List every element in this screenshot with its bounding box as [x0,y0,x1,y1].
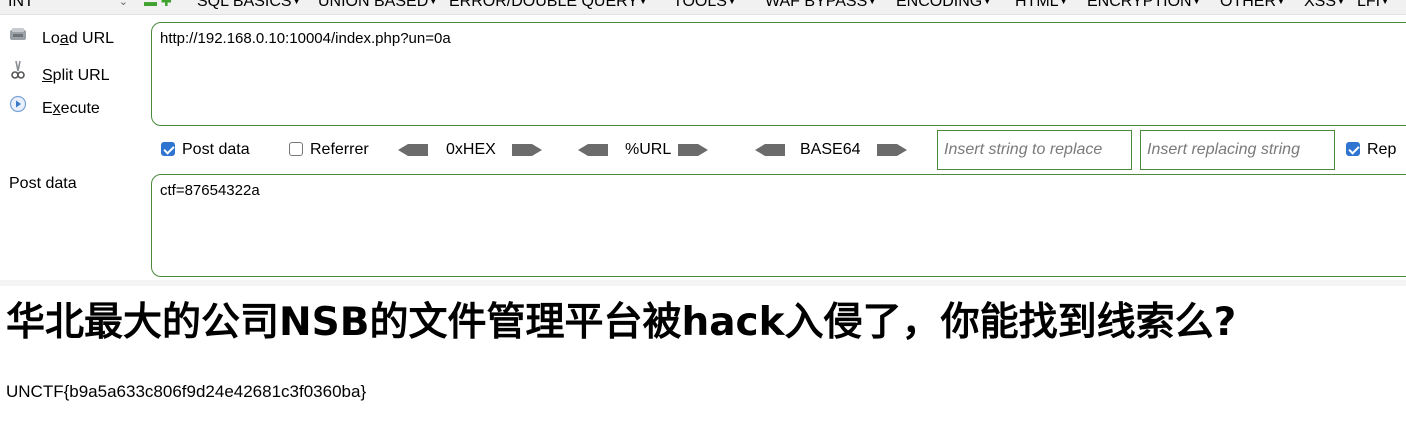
post-data-label: Post data [9,175,77,192]
arrow-left-icon [398,143,428,156]
menu-sql-basics[interactable]: SQL BASICS▼ [197,0,300,12]
base64-label: BASE64 [800,141,861,158]
menu-lfi[interactable]: LFI▼ [1357,0,1389,12]
url-decode-button[interactable] [578,138,608,162]
find-string-input[interactable]: Insert string to replace [937,130,1132,170]
url-textarea[interactable]: http://192.168.0.10:10004/index.php?un=0… [151,22,1406,126]
replace-string-input[interactable]: Insert replacing string [1140,130,1335,170]
arrow-right-icon [678,143,708,156]
post-data-checkbox[interactable]: Post data [161,138,250,162]
referrer-checkbox[interactable]: Referrer [289,138,369,162]
load-url-icon [6,25,30,52]
injection-type-select[interactable]: INT ⌄ [0,0,132,12]
load-url-button[interactable]: Load URL [6,25,114,51]
menu-encryption[interactable]: ENCRYPTION▼ [1087,0,1201,12]
caret-down-icon: ▼ [429,0,438,6]
execute-button[interactable]: Execute [6,95,100,121]
arrow-right-icon [512,143,542,156]
caret-down-icon: ▼ [1277,0,1285,6]
post-data-value: ctf=87654322a [160,182,260,199]
url-value: http://192.168.0.10:10004/index.php?un=0… [160,30,451,47]
menu-tools[interactable]: TOOLS▼ [673,0,736,12]
page-heading: 华北最大的公司NSB的文件管理平台被hack入侵了，你能找到线索么? [6,300,1237,345]
replace-all-checkbox[interactable]: Rep [1346,138,1396,162]
checkbox-unchecked-icon [289,142,303,156]
hex-decode-button[interactable] [398,138,428,162]
base64-decode-button[interactable] [755,138,785,162]
toolbar-action-icons: ▬✚ [144,0,176,10]
minus-icon[interactable]: ▬ [144,0,161,9]
caret-down-icon: ▼ [1059,0,1068,6]
caret-down-icon: ▼ [983,0,992,6]
hex-encode-button[interactable] [512,138,542,162]
hex-label: 0xHEX [446,141,496,158]
menu-other[interactable]: OTHER▼ [1220,0,1285,12]
caret-down-icon: ▼ [1192,0,1201,6]
checkbox-checked-icon [1346,142,1360,156]
menu-error-double-query[interactable]: ERROR/DOUBLE QUERY▼ [449,0,647,12]
base64-encode-button[interactable] [877,138,907,162]
post-data-textarea[interactable]: ctf=87654322a [151,174,1406,277]
plus-icon[interactable]: ✚ [161,0,176,9]
menu-waf-bypass[interactable]: WAF BYPASS▼ [765,0,876,12]
menu-union-based[interactable]: UNION BASED▼ [318,0,437,12]
chevron-down-icon: ⌄ [118,0,128,8]
flag-text: UNCTF{b9a5a633c806f9d24e42681c3f0360ba} [6,382,367,401]
caret-down-icon: ▼ [1381,0,1390,6]
arrow-right-icon [877,143,907,156]
caret-down-icon: ▼ [1337,0,1345,6]
arrow-left-icon [755,143,785,156]
caret-down-icon: ▼ [639,0,647,6]
play-icon [6,95,30,122]
caret-down-icon: ▼ [868,0,877,6]
menu-encoding[interactable]: ENCODING▼ [896,0,991,12]
hackbar-toolbar: INT ⌄ ▬✚ SQL BASICS▼ UNION BASED▼ ERROR/… [0,0,1406,15]
url-encode-label: %URL [625,141,672,158]
caret-down-icon: ▼ [292,0,301,6]
menu-html[interactable]: HTML▼ [1015,0,1067,12]
scissors-icon [6,60,30,89]
checkbox-checked-icon [161,142,175,156]
arrow-left-icon [578,143,608,156]
url-encode-button[interactable] [678,138,708,162]
split-url-button[interactable]: Split URL [6,60,110,86]
menu-xss[interactable]: XSS▼ [1304,0,1345,12]
injection-type-value: INT [8,0,34,10]
caret-down-icon: ▼ [727,0,736,6]
panel-divider [0,280,1406,286]
